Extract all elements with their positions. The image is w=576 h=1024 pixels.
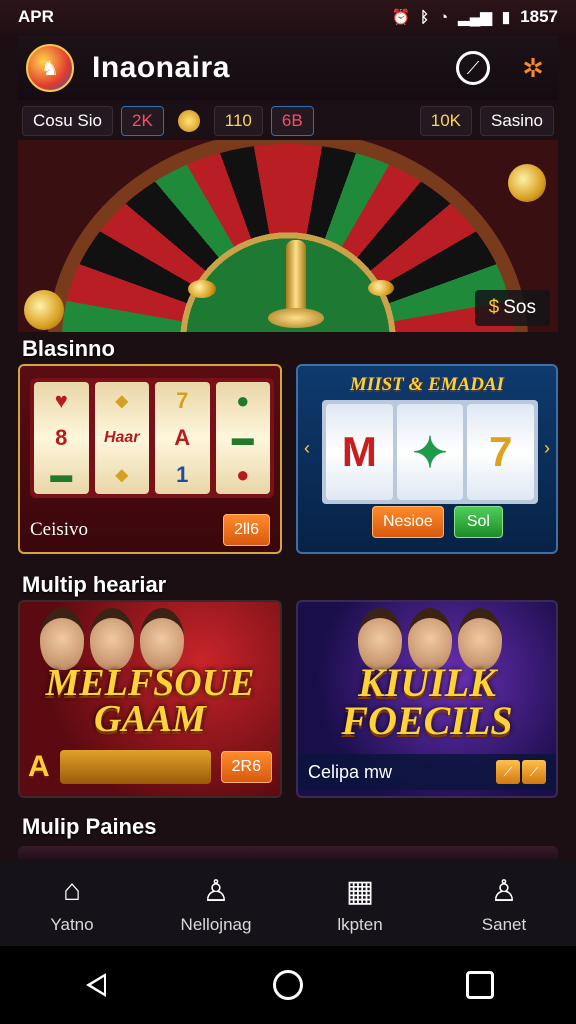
- next-row-preview[interactable]: [18, 846, 558, 862]
- card-a-label: A: [28, 750, 50, 783]
- coin-icon: [172, 106, 206, 136]
- multiplayer-card-label: Celipa mw: [308, 761, 393, 782]
- chips-illustration: [59, 750, 211, 784]
- section-title-multiplayer-games: Mulip Paines: [22, 814, 157, 839]
- filter-chips: Cosu Sio 2K 110 6B 10K Sasino: [22, 104, 554, 138]
- app-logo[interactable]: ♞: [26, 44, 74, 92]
- home-icon: ⌂: [62, 874, 82, 907]
- slot-game-card-left[interactable]: ♥ 8 ▬ ◆ Haar ◆ 7 A 1 ● ▬ ● Ceisivo 2ll6: [18, 364, 282, 554]
- chip-10k[interactable]: 10K: [419, 106, 473, 136]
- chip-cosu-sio[interactable]: Cosu Sio: [22, 106, 113, 136]
- hero-roulette-banner[interactable]: $ Sos: [18, 140, 558, 332]
- app-bar-actions: ⟋ ✲: [456, 51, 550, 85]
- tools-icon[interactable]: ✲: [516, 51, 550, 85]
- chip-6b[interactable]: 6B: [270, 106, 314, 136]
- bottom-navigation: ⌂ Yatno ♙ Nellojnag ▦ lkpten ♙ Sanet: [0, 862, 576, 946]
- players-illustration: [40, 608, 184, 670]
- recents-icon[interactable]: [450, 955, 510, 1015]
- multiplayer-play-button[interactable]: 2R6: [220, 751, 272, 783]
- app-title: Inaonaira: [92, 51, 230, 84]
- player-avatar: [40, 608, 84, 670]
- section-title-multiplayer: Multip heariar: [22, 572, 167, 597]
- multiplayer-game-card-right[interactable]: KIUILK FOECILS Celipa mw ⟋ ⟋: [296, 600, 558, 798]
- chip-sasino[interactable]: Sasino: [480, 106, 554, 136]
- nav-item-grid[interactable]: ▦ lkpten: [300, 873, 420, 935]
- slot-banner-title: MIIST & EMADAI: [349, 374, 505, 395]
- player-avatar: [90, 608, 134, 670]
- multiplayer-card-footer: A 2R6: [20, 746, 280, 788]
- nav-label: lkpten: [337, 915, 383, 934]
- slot-reel: 7 A 1: [155, 382, 210, 494]
- slot-card-buttons: Nesioe Sol: [372, 506, 503, 538]
- nav-label: Nellojnag: [180, 915, 252, 934]
- game-title-line1: MELFSOUE: [45, 662, 255, 704]
- slot-play-button[interactable]: Sol: [453, 506, 503, 538]
- slot-play-button[interactable]: 2ll6: [223, 514, 270, 546]
- slot-reel: ♥ 8 ▬: [34, 382, 89, 494]
- slot-reels: ♥ 8 ▬ ◆ Haar ◆ 7 A 1 ● ▬ ●: [30, 378, 274, 498]
- arrow-icon[interactable]: ⟋: [496, 760, 520, 784]
- grid-icon: ▦: [345, 874, 375, 908]
- arrow-icon[interactable]: ⟋: [522, 760, 546, 784]
- game-title-line2: FOECILS: [341, 698, 513, 743]
- battery-icon: ▮: [501, 9, 511, 26]
- nav-label: Yatno: [50, 915, 94, 934]
- section-title-casino: Blasinno: [22, 336, 115, 361]
- multiplayer-game-card-left[interactable]: MELFSOUE GAAM A 2R6: [18, 600, 282, 798]
- bluetooth-icon: ᛒ: [420, 8, 430, 26]
- alarm-icon: ⏰: [391, 9, 411, 26]
- compass-icon[interactable]: ⟋: [456, 51, 490, 85]
- system-navigation-bar: [0, 946, 576, 1024]
- slot-reel: 7: [467, 404, 535, 500]
- signal-icon: ▂▄▆: [458, 9, 492, 26]
- nav-item-home[interactable]: ⌂ Yatno: [12, 873, 132, 935]
- status-icons: ⏰ ᛒ ◔ ▂▄▆ ▮ 1857: [391, 7, 558, 27]
- slot-secondary-button[interactable]: Nesioe: [372, 506, 444, 538]
- nav-item-account[interactable]: ♙ Sanet: [444, 873, 564, 935]
- game-title-line1: KIUILK: [358, 660, 496, 705]
- dollar-icon: $: [488, 297, 500, 318]
- nav-label: Sanet: [481, 915, 527, 934]
- chevron-left-icon[interactable]: ‹: [304, 438, 310, 459]
- roulette-spindle-base: [268, 308, 324, 328]
- player-avatar: [140, 608, 184, 670]
- slot-reel: ● ▬ ●: [215, 382, 270, 494]
- slot-card-footer: Ceisivo 2ll6: [20, 508, 280, 552]
- chip-2k[interactable]: 2K: [120, 106, 164, 136]
- game-title-line2: GAAM: [94, 698, 206, 740]
- status-bar: APR ⏰ ᛒ ◔ ▂▄▆ ▮ 1857: [0, 0, 576, 34]
- app-bar: ♞ Inaonaira ⟋ ✲: [18, 36, 558, 100]
- coin-icon: [24, 290, 64, 330]
- home-circle-icon[interactable]: [258, 955, 318, 1015]
- slot-reels: M ✦ 7: [322, 400, 538, 504]
- slot-reel: ✦: [396, 404, 464, 500]
- slot-card-label: Ceisivo: [30, 519, 89, 540]
- slot-game-card-right[interactable]: MIIST & EMADAI ‹ › M ✦ 7 Nesioe Sol: [296, 364, 558, 554]
- multiplayer-card-actions: ⟋ ⟋: [496, 760, 546, 784]
- hero-badge-label: Sos: [503, 297, 536, 318]
- person-icon: ♙: [202, 874, 230, 908]
- back-icon[interactable]: [66, 955, 126, 1015]
- chip-110[interactable]: 110: [213, 106, 263, 136]
- wifi-icon: ◔: [439, 8, 449, 26]
- coin-icon: [368, 280, 394, 296]
- chevron-right-icon[interactable]: ›: [544, 438, 550, 459]
- hero-balance-badge[interactable]: $ Sos: [474, 290, 550, 326]
- coin-icon: [508, 164, 546, 202]
- coin-icon: [188, 280, 216, 298]
- status-time: 1857: [520, 7, 558, 26]
- slot-reel: ◆ Haar ◆: [94, 382, 149, 494]
- nav-item-profile[interactable]: ♙ Nellojnag: [156, 873, 276, 935]
- slot-reel: M: [326, 404, 393, 500]
- multiplayer-card-footer: Celipa mw ⟋ ⟋: [298, 754, 556, 790]
- status-left-label: APR: [18, 7, 54, 26]
- person-icon: ♙: [490, 874, 518, 908]
